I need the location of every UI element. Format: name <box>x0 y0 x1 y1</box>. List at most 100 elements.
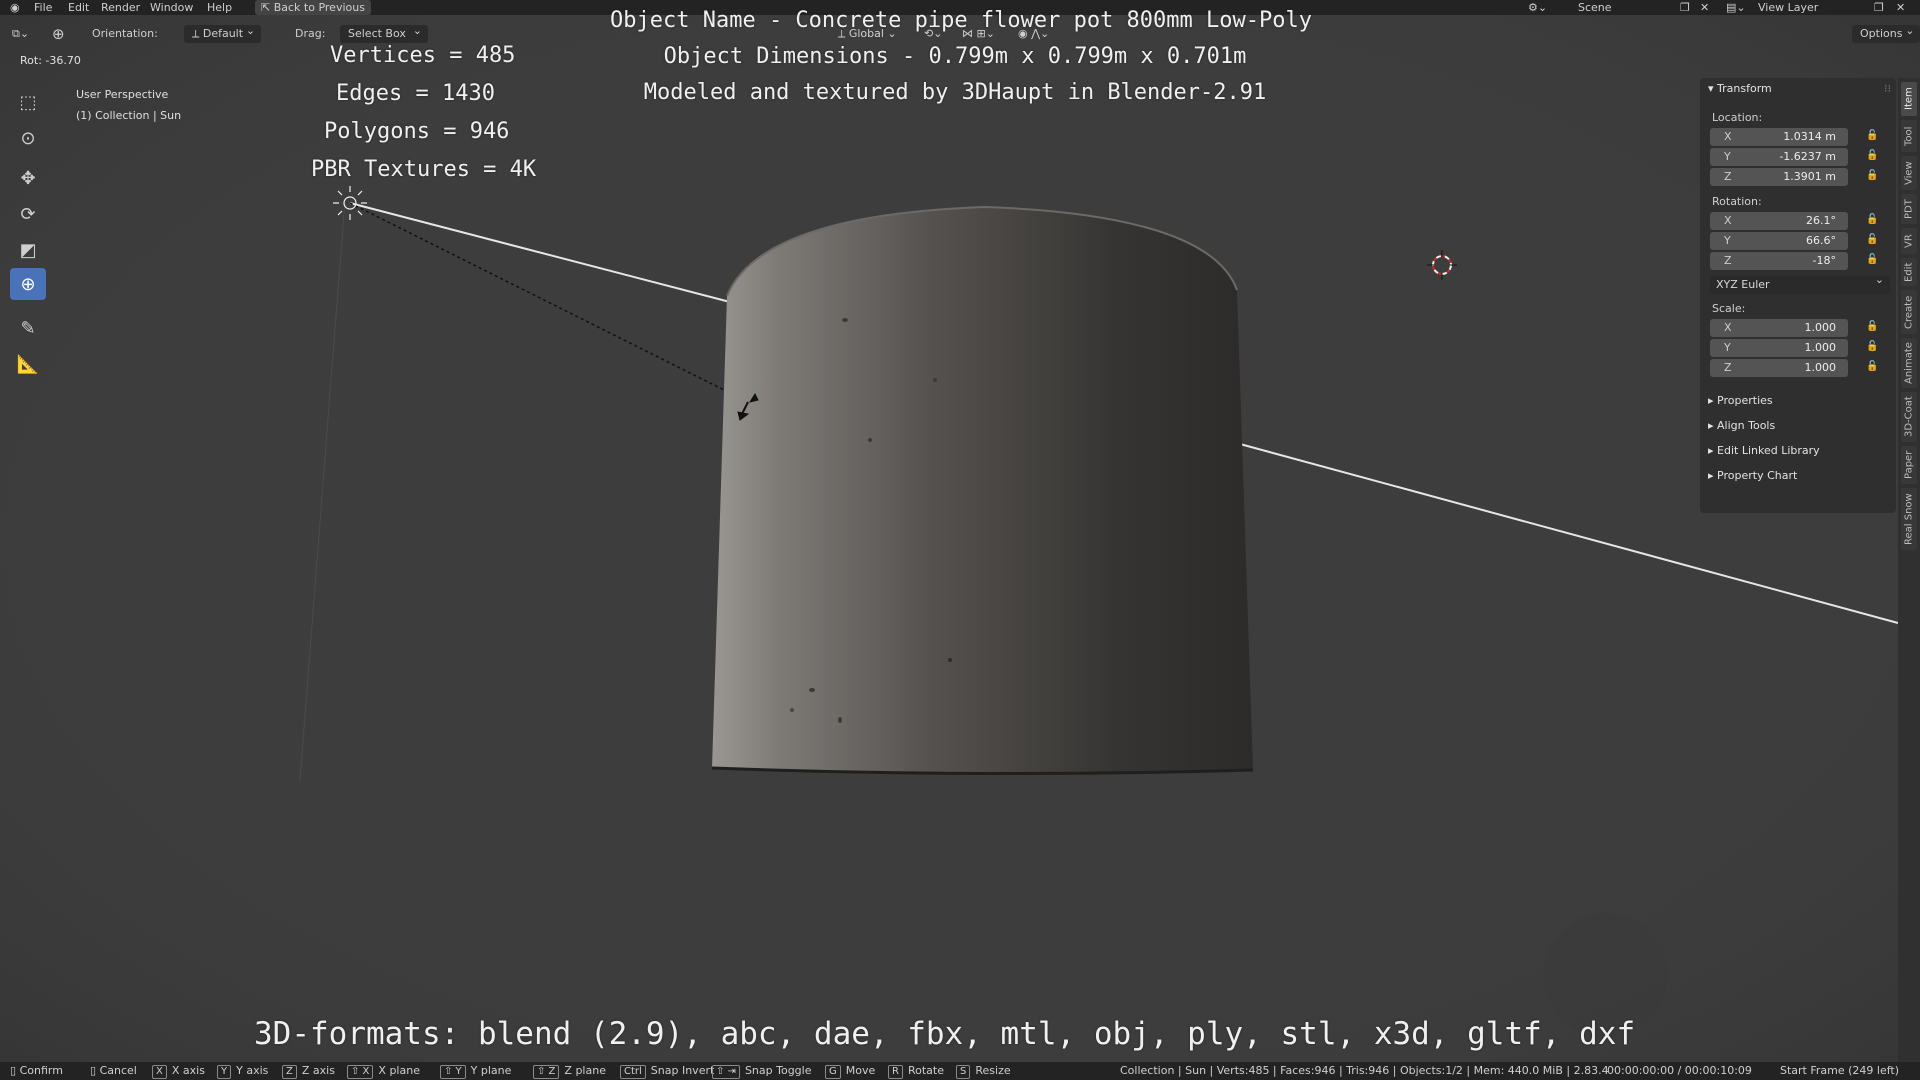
tab-edit[interactable]: Edit <box>1901 258 1917 286</box>
view-layer-copy-icon[interactable]: ❐ <box>1874 0 1884 15</box>
chevron-right-icon: ▸ <box>1708 469 1718 482</box>
drag-handle-icon[interactable]: ⁝⁝ <box>1884 82 1891 95</box>
hint-label: Snap Invert <box>650 1064 715 1077</box>
transform-title: Transform <box>1717 82 1772 95</box>
plane-hint: ⇧ Z Z plane <box>533 1062 606 1080</box>
menu-window[interactable]: Window <box>150 0 193 15</box>
scene-close-icon[interactable]: ✕ <box>1700 0 1709 15</box>
transform-tool-icon[interactable]: ⊕ <box>52 22 65 46</box>
confirm-label: Confirm <box>19 1064 63 1077</box>
axis-hint: Y Y axis <box>217 1062 268 1080</box>
confirm-hint: ▯ Confirm <box>10 1062 63 1080</box>
transform-section-header[interactable]: ▾ Transform <box>1708 82 1772 95</box>
sidebar-tabs: Item Tool View PDT VR Edit Create Animat… <box>1898 78 1920 1078</box>
annotate-icon[interactable]: ✎ <box>10 312 46 344</box>
back-to-previous-button[interactable]: ⇱ Back to Previous <box>255 0 371 15</box>
transform-icon[interactable]: ⊕ <box>10 268 46 300</box>
lock-icon[interactable]: 🔓 <box>1866 341 1878 352</box>
hint-label: Rotate <box>907 1064 944 1077</box>
start-frame: Start Frame (249 left) <box>1780 1064 1900 1077</box>
edit-linked-library-section[interactable]: ▸ Edit Linked Library <box>1708 444 1820 457</box>
measure-icon[interactable]: 📐 <box>10 348 46 380</box>
menu-edit[interactable]: Edit <box>68 0 89 15</box>
rotation-y-field[interactable]: Y 66.6° <box>1710 232 1848 250</box>
scale-z-field[interactable]: Z 1.000 <box>1710 359 1848 377</box>
concrete-pot-object[interactable] <box>711 205 1254 776</box>
menu-help[interactable]: Help <box>207 0 232 15</box>
field-value: 1.000 <box>1804 321 1837 334</box>
lock-icon[interactable]: 🔓 <box>1866 170 1878 181</box>
tab-3d-coat[interactable]: 3D-Coat <box>1901 392 1917 442</box>
scene-copy-icon[interactable]: ❐ <box>1680 0 1690 15</box>
axis-label: X <box>1724 214 1732 227</box>
key-badge: ⇧ Z <box>533 1065 560 1079</box>
tab-item[interactable]: Item <box>1901 82 1917 116</box>
editor-type-icon[interactable]: ⧉⌄ <box>12 22 29 46</box>
stat-polygons: Polygons = 946 <box>324 119 510 144</box>
lock-icon[interactable]: 🔓 <box>1866 361 1878 372</box>
chevron-down-icon: ▾ <box>1708 82 1718 95</box>
lock-icon[interactable]: 🔓 <box>1866 254 1878 265</box>
property-chart-section[interactable]: ▸ Property Chart <box>1708 469 1797 482</box>
perspective-label: User Perspective <box>76 88 169 101</box>
rotate-icon[interactable]: ⟳ <box>10 198 46 230</box>
scale-icon[interactable]: ◩ <box>10 234 46 266</box>
key-badge: G <box>825 1065 841 1079</box>
align-tools-section[interactable]: ▸ Align Tools <box>1708 419 1775 432</box>
section-label: Properties <box>1717 394 1773 407</box>
axis-label: Y <box>1724 341 1731 354</box>
key-badge: Y <box>217 1065 232 1079</box>
collection-label: (1) Collection | Sun <box>76 109 182 122</box>
axis-hint: X X axis <box>152 1062 205 1080</box>
scene-selector-icon[interactable]: ⚙⌄ <box>1528 0 1547 15</box>
tab-create[interactable]: Create <box>1901 290 1917 334</box>
location-z-field[interactable]: Z 1.3901 m <box>1710 168 1848 186</box>
orientation-dropdown[interactable]: ⟂ Default <box>184 22 262 43</box>
tab-real-snow[interactable]: Real Snow <box>1901 488 1917 550</box>
menu-file[interactable]: File <box>34 0 52 15</box>
hint-label: Y plane <box>470 1064 512 1077</box>
scene-name[interactable]: Scene <box>1578 0 1612 15</box>
menu-render[interactable]: Render <box>101 0 140 15</box>
options-dropdown[interactable]: Options <box>1852 22 1920 43</box>
view-layer-name[interactable]: View Layer <box>1758 0 1818 15</box>
view-layer-icon[interactable]: ▤⌄ <box>1726 0 1746 15</box>
cursor-icon[interactable]: ⊙ <box>10 122 46 154</box>
scale-x-field[interactable]: X 1.000 <box>1710 319 1848 337</box>
properties-section[interactable]: ▸ Properties <box>1708 394 1773 407</box>
snap-toggle-hint: ⇧ ⇥ Snap Toggle <box>712 1062 811 1080</box>
axis-label: X <box>1724 130 1732 143</box>
tab-tool[interactable]: Tool <box>1901 120 1917 152</box>
field-value: 1.000 <box>1804 361 1837 374</box>
field-value: -1.6237 m <box>1779 150 1836 163</box>
select-box-icon[interactable]: ⬚ <box>10 86 46 118</box>
tab-vr[interactable]: VR <box>1901 228 1917 254</box>
rotation-mode-dropdown[interactable]: XYZ Euler <box>1710 273 1890 294</box>
view-layer-close-icon[interactable]: ✕ <box>1896 0 1905 15</box>
drag-dropdown[interactable]: Select Box <box>340 22 428 43</box>
rotation-x-field[interactable]: X 26.1° <box>1710 212 1848 230</box>
lock-icon[interactable]: 🔓 <box>1866 214 1878 225</box>
lock-icon[interactable]: 🔓 <box>1866 150 1878 161</box>
lock-icon[interactable]: 🔓 <box>1866 321 1878 332</box>
tab-paper[interactable]: Paper <box>1901 446 1917 484</box>
key-badge: ⇧ X <box>347 1065 374 1079</box>
blender-logo-icon[interactable]: ◉ <box>10 0 20 15</box>
tab-view[interactable]: View <box>1901 156 1917 190</box>
lock-icon[interactable]: 🔓 <box>1866 130 1878 141</box>
tab-animate[interactable]: Animate <box>1901 338 1917 388</box>
location-x-field[interactable]: X 1.0314 m <box>1710 128 1848 146</box>
axis-label: Z <box>1724 254 1732 267</box>
rotation-readout: Rot: -36.70 <box>20 54 81 67</box>
hint-label: X axis <box>171 1064 205 1077</box>
viewport-scene[interactable] <box>0 0 1920 1080</box>
rotation-z-field[interactable]: Z -18° <box>1710 252 1848 270</box>
field-value: 26.1° <box>1806 214 1836 227</box>
move-icon[interactable]: ✥ <box>10 162 46 194</box>
cancel-hint: ▯ Cancel <box>90 1062 137 1080</box>
scale-y-field[interactable]: Y 1.000 <box>1710 339 1848 357</box>
lock-icon[interactable]: 🔓 <box>1866 234 1878 245</box>
back-icon: ⇱ <box>261 1 274 14</box>
location-y-field[interactable]: Y -1.6237 m <box>1710 148 1848 166</box>
tab-pdt[interactable]: PDT <box>1901 194 1917 224</box>
